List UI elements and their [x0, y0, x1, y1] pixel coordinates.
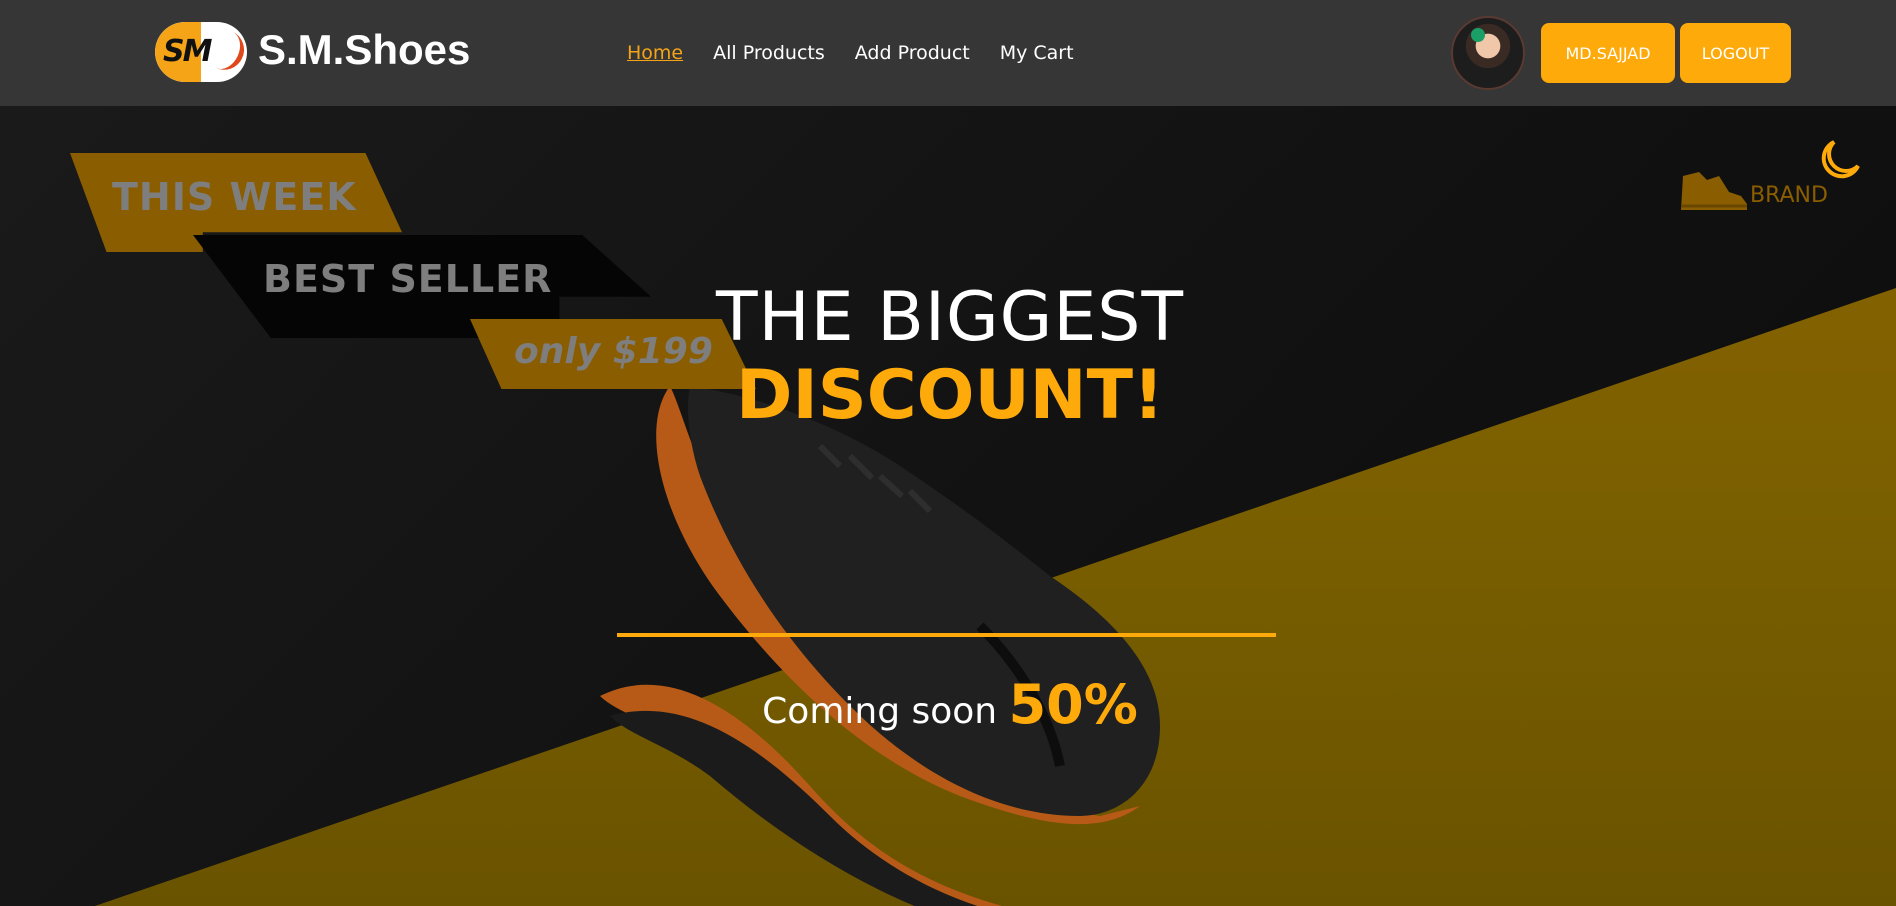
- headline-line-1: THE BIGGEST: [715, 278, 1184, 357]
- headline-divider: [617, 633, 1276, 637]
- brand-logo[interactable]: SM: [155, 22, 247, 82]
- brand-name[interactable]: S.M.Shoes: [258, 26, 470, 74]
- tag-this-week-text: THIS WEEK: [112, 175, 357, 219]
- nav-all-products[interactable]: All Products: [713, 42, 825, 64]
- shoe-icon: [600, 386, 1160, 906]
- coming-soon-text: Coming soon 50%: [610, 673, 1290, 736]
- tag-best-seller-text: BEST SELLER: [263, 257, 553, 301]
- nav-home[interactable]: Home: [627, 42, 683, 64]
- nav-add-product[interactable]: Add Product: [855, 42, 970, 64]
- navbar: SM S.M.Shoes Home All Products Add Produ…: [0, 0, 1896, 106]
- user-name-button[interactable]: MD.SAJJAD: [1541, 23, 1675, 83]
- logo-monogram: SM: [163, 34, 212, 69]
- headline-line-2: DISCOUNT!: [736, 356, 1164, 435]
- coming-soon-label: Coming soon: [762, 691, 998, 732]
- avatar-ball: [1471, 28, 1485, 42]
- brand-label: BRAND: [1750, 183, 1828, 208]
- moon-icon[interactable]: [1818, 138, 1862, 182]
- user-avatar[interactable]: [1451, 16, 1525, 90]
- hero-banner: THIS WEEK BEST SELLER only $199 THE BIGG…: [0, 106, 1896, 906]
- nav-my-cart[interactable]: My Cart: [1000, 42, 1074, 64]
- main-nav: Home All Products Add Product My Cart: [627, 42, 1074, 64]
- discount-percent: 50%: [1008, 673, 1138, 736]
- logout-button[interactable]: LOGOUT: [1680, 23, 1791, 83]
